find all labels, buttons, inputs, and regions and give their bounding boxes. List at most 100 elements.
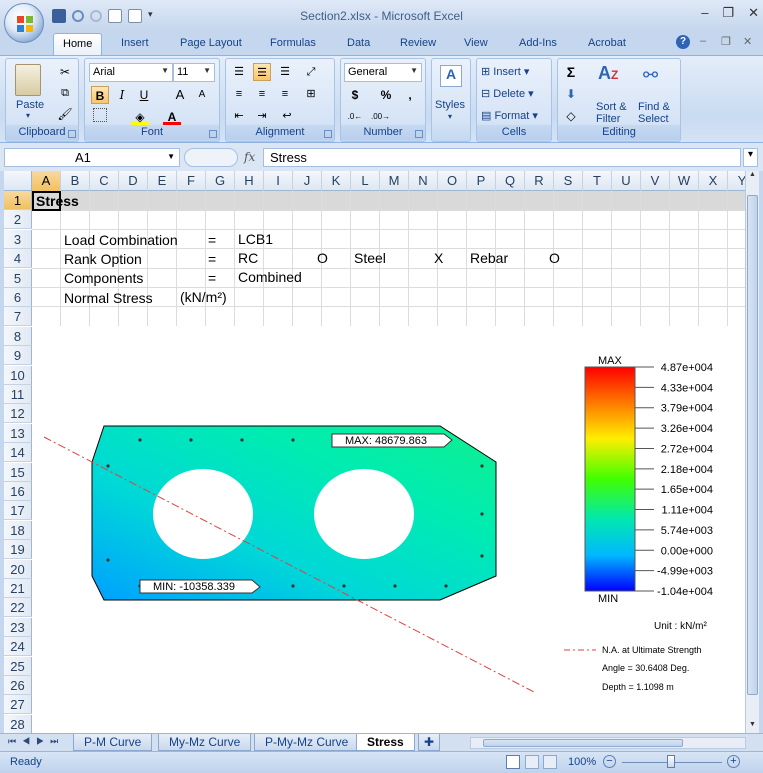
find-select-label-1[interactable]: Find & bbox=[638, 101, 670, 113]
help-icon[interactable]: ? bbox=[676, 35, 690, 49]
wrap-text-icon[interactable]: ↩ bbox=[278, 107, 296, 125]
currency-button[interactable]: $ bbox=[346, 86, 364, 104]
cell-N4[interactable]: X bbox=[434, 250, 443, 266]
format-painter-icon[interactable]: 🖌 bbox=[56, 105, 74, 123]
italic-button[interactable]: I bbox=[113, 86, 131, 104]
formula-bar-divider[interactable] bbox=[184, 148, 238, 167]
row-header-21[interactable]: 21 bbox=[4, 579, 32, 598]
column-header-A[interactable]: A bbox=[32, 171, 61, 191]
ribbon-restore-icon[interactable]: ❐ bbox=[721, 35, 731, 48]
orientation-icon[interactable]: ⤢ bbox=[302, 63, 320, 81]
insert-function-button[interactable]: fx bbox=[244, 150, 255, 164]
tab-page-layout[interactable]: Page Layout bbox=[180, 37, 242, 49]
row-header-28[interactable]: 28 bbox=[4, 715, 32, 733]
row-header-3[interactable]: 3 bbox=[4, 230, 32, 249]
sort-filter-icon[interactable]: AZ bbox=[598, 63, 618, 84]
formula-input[interactable]: Stress bbox=[263, 148, 741, 167]
cell-B6[interactable]: Normal Stress bbox=[64, 290, 153, 306]
column-header-X[interactable]: X bbox=[699, 171, 728, 191]
align-middle-icon[interactable]: ☰ bbox=[253, 63, 271, 81]
cell-B3[interactable]: Load Combination bbox=[64, 232, 178, 248]
row-header-12[interactable]: 12 bbox=[4, 404, 32, 423]
decrease-indent-icon[interactable]: ⇤ bbox=[230, 107, 248, 125]
horizontal-scrollbar[interactable] bbox=[470, 737, 746, 749]
column-header-H[interactable]: H bbox=[235, 171, 264, 191]
page-break-view-icon[interactable] bbox=[543, 755, 557, 769]
row-header-11[interactable]: 11 bbox=[4, 385, 32, 404]
clipboard-launcher-icon[interactable] bbox=[68, 130, 76, 138]
cell-P4[interactable]: Rebar bbox=[470, 250, 508, 266]
row-header-22[interactable]: 22 bbox=[4, 598, 32, 617]
page-layout-view-icon[interactable] bbox=[525, 755, 539, 769]
sort-filter-label-2[interactable]: Filter bbox=[596, 113, 620, 125]
column-header-G[interactable]: G bbox=[206, 171, 235, 191]
column-header-B[interactable]: B bbox=[61, 171, 90, 191]
sort-filter-label-1[interactable]: Sort & bbox=[596, 101, 627, 113]
cell-G3[interactable]: = bbox=[208, 232, 216, 248]
insert-sheet-icon[interactable]: ✚ bbox=[418, 734, 441, 751]
borders-icon[interactable] bbox=[93, 108, 107, 122]
autosum-button[interactable]: Σ bbox=[562, 63, 580, 81]
cell-B5[interactable]: Components bbox=[64, 270, 143, 286]
shrink-font-button[interactable]: A bbox=[193, 86, 211, 104]
styles-icon[interactable]: A bbox=[440, 65, 462, 87]
column-header-U[interactable]: U bbox=[612, 171, 641, 191]
column-header-L[interactable]: L bbox=[351, 171, 380, 191]
row-header-14[interactable]: 14 bbox=[4, 443, 32, 462]
sheet-nav-icons[interactable]: ⏮◀▶⏭ bbox=[8, 736, 64, 747]
delete-cells-button[interactable]: ⊟ Delete ▾ bbox=[481, 87, 534, 100]
font-launcher-icon[interactable] bbox=[209, 130, 217, 138]
column-header-K[interactable]: K bbox=[322, 171, 351, 191]
align-top-icon[interactable]: ☰ bbox=[230, 63, 248, 81]
increase-indent-icon[interactable]: ⇥ bbox=[253, 107, 271, 125]
row-header-24[interactable]: 24 bbox=[4, 637, 32, 656]
sheet-tab-my-mz-curve[interactable]: My-Mz Curve bbox=[158, 734, 252, 751]
tab-acrobat[interactable]: Acrobat bbox=[588, 37, 626, 49]
binoculars-icon[interactable]: ⚯ bbox=[643, 65, 658, 86]
tab-insert[interactable]: Insert bbox=[121, 37, 149, 49]
row-header-5[interactable]: 5 bbox=[4, 269, 32, 288]
row-header-26[interactable]: 26 bbox=[4, 676, 32, 695]
cell-J4[interactable]: O bbox=[317, 250, 328, 266]
minimize-button[interactable]: – bbox=[701, 5, 708, 21]
paste-dropdown-icon[interactable]: ▾ bbox=[26, 111, 30, 120]
cell-H3[interactable]: LCB1 bbox=[238, 231, 273, 247]
row-header-8[interactable]: 8 bbox=[4, 327, 32, 346]
copy-icon[interactable]: ⧉ bbox=[56, 84, 74, 102]
align-bottom-icon[interactable]: ☰ bbox=[276, 63, 294, 81]
column-header-F[interactable]: F bbox=[177, 171, 206, 191]
vertical-scroll-thumb[interactable] bbox=[747, 195, 758, 695]
fill-color-icon[interactable]: ◈ bbox=[131, 108, 149, 126]
ribbon-minimize-icon[interactable]: – bbox=[700, 35, 706, 47]
cell-G4[interactable]: = bbox=[208, 251, 216, 267]
comma-button[interactable]: , bbox=[401, 86, 419, 104]
row-header-27[interactable]: 27 bbox=[4, 695, 32, 714]
row-header-4[interactable]: 4 bbox=[4, 249, 32, 268]
expand-formula-icon[interactable]: ▾ bbox=[743, 148, 758, 167]
row-header-10[interactable]: 10 bbox=[4, 366, 32, 385]
paste-icon[interactable] bbox=[15, 64, 41, 96]
close-button[interactable]: ✕ bbox=[748, 5, 759, 21]
alignment-launcher-icon[interactable] bbox=[324, 130, 332, 138]
column-header-D[interactable]: D bbox=[119, 171, 148, 191]
cell-R4[interactable]: O bbox=[549, 250, 560, 266]
ribbon-close-icon[interactable]: ✕ bbox=[743, 35, 752, 48]
row-header-18[interactable]: 18 bbox=[4, 521, 32, 540]
format-cells-button[interactable]: ▤ Format ▾ bbox=[481, 109, 538, 122]
cell-H4[interactable]: RC bbox=[238, 250, 258, 266]
zoom-slider-thumb[interactable] bbox=[667, 755, 675, 768]
row-header-9[interactable]: 9 bbox=[4, 346, 32, 365]
tab-review[interactable]: Review bbox=[400, 37, 436, 49]
font-size-combo[interactable]: 11 ▼ bbox=[173, 63, 215, 82]
tab-home[interactable]: Home bbox=[53, 33, 103, 56]
column-header-E[interactable]: E bbox=[148, 171, 177, 191]
merge-center-icon[interactable]: ⊞ bbox=[302, 85, 320, 103]
scroll-up-icon[interactable]: ▲ bbox=[746, 171, 759, 183]
zoom-in-icon[interactable]: + bbox=[727, 755, 740, 768]
column-header-N[interactable]: N bbox=[409, 171, 438, 191]
row-header-19[interactable]: 19 bbox=[4, 540, 32, 559]
row-header-7[interactable]: 7 bbox=[4, 307, 32, 326]
column-header-J[interactable]: J bbox=[293, 171, 322, 191]
clear-icon[interactable]: ◇ bbox=[562, 107, 580, 125]
sheet-tab-stress[interactable]: Stress bbox=[356, 734, 415, 751]
